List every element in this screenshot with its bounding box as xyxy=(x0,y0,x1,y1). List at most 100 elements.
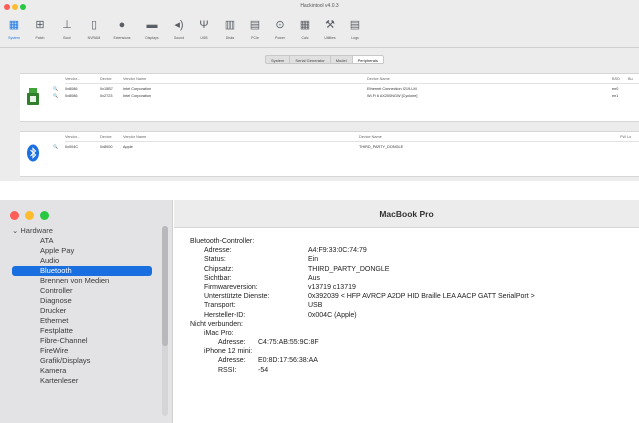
calc-icon: ▦ xyxy=(299,19,311,31)
window-title: Hackintool v4.0.3 xyxy=(300,3,339,9)
sidebar-item-controller[interactable]: Controller xyxy=(12,286,152,296)
sidebar-list: ⌄ Hardware ATA Apple Pay Audio Bluetooth… xyxy=(12,226,152,386)
detail-row: Unterstützte Dienste: 0x392039 < HFP AVRC… xyxy=(204,293,535,301)
sidebar-item-firewire[interactable]: FireWire xyxy=(12,346,152,356)
subtab-bar: System Serial Generator Model Peripheral… xyxy=(265,55,384,65)
sidebar-item-kamera[interactable]: Kamera xyxy=(12,366,152,376)
column-header[interactable]: Device xyxy=(100,76,112,82)
tab-serial-generator[interactable]: Serial Generator xyxy=(290,55,331,64)
power-icon: ⊙ xyxy=(275,19,285,31)
search-icon[interactable]: 🔍 xyxy=(53,144,58,150)
table-row[interactable]: 🔍 0x004C 0x8000 Apple THIRD_PARTY_DONGLE xyxy=(50,144,639,150)
detail-row: Transport: USB xyxy=(204,302,323,310)
sidebar-item-drucker[interactable]: Drucker xyxy=(12,306,152,316)
close-window-button[interactable] xyxy=(10,211,19,220)
column-header[interactable]: Vendor... xyxy=(65,134,80,140)
network-devices-panel: Vendor... Device Vendor Name Device Name… xyxy=(20,73,639,122)
zoom-window-button[interactable] xyxy=(40,211,49,220)
pcie-icon: ▤ xyxy=(249,19,261,31)
sidebar-item-brennen-von-medien[interactable]: Brennen von Medien xyxy=(12,276,152,286)
title-bar: Hackintool v4.0.3 xyxy=(0,0,639,14)
sidebar-section-hardware[interactable]: ⌄ Hardware xyxy=(12,226,152,236)
sidebar-item-bluetooth[interactable]: Bluetooth xyxy=(12,266,152,276)
toolbar-boot-button[interactable]: ⊥ Boot xyxy=(55,16,79,46)
toolbar: ▦ System ⊞ Patch ⊥ Boot ▯ NVRAM ● Extens… xyxy=(0,14,639,48)
detail-row: Chipsatz: THIRD_PARTY_DONGLE xyxy=(204,265,390,273)
bluetooth-devices-panel: Vendor... Device Vendor Name Device Name… xyxy=(20,131,639,177)
detail-row: Status: Ein xyxy=(204,256,319,264)
network-card-icon xyxy=(27,88,39,105)
detail-row: iPhone 12 mini: xyxy=(204,348,253,356)
sidebar-scrollbar[interactable] xyxy=(162,226,168,416)
detail-row: Hersteller-ID: 0x004C (Apple) xyxy=(204,311,357,319)
sidebar-item-ethernet[interactable]: Ethernet xyxy=(12,316,152,326)
toolbar-power-button[interactable]: ⊙ Power xyxy=(268,16,292,46)
disks-icon: ▥ xyxy=(224,19,236,31)
sidebar-item-audio[interactable]: Audio xyxy=(12,256,152,266)
column-header[interactable]: FW Lo xyxy=(620,134,631,140)
toolbar-usb-button[interactable]: Ψ USB xyxy=(192,16,216,46)
content-title-bar: MacBook Pro xyxy=(174,200,639,228)
detail-row: Adresse: A4:F9:33:0C:74:79 xyxy=(204,247,367,255)
detail-row: Nicht verbunden: xyxy=(190,320,243,328)
table-row[interactable]: 🔍 0x8086 0x15B7 Intel Corporation Ethern… xyxy=(50,86,639,92)
displays-icon: ▬ xyxy=(146,19,158,31)
detail-row: Bluetooth-Controller: xyxy=(190,238,255,245)
network-table-header: Vendor... Device Vendor Name Device Name… xyxy=(65,76,639,84)
sidebar-item-festplatte[interactable]: Festplatte xyxy=(12,326,152,336)
tab-peripherals[interactable]: Peripherals xyxy=(352,55,384,64)
column-header[interactable]: Vendor... xyxy=(65,76,80,82)
extensions-icon: ● xyxy=(118,19,126,31)
column-header[interactable]: Device Name xyxy=(359,134,382,140)
toolbar-patch-button[interactable]: ⊞ Patch xyxy=(28,16,52,46)
sidebar-item-apple-pay[interactable]: Apple Pay xyxy=(12,246,152,256)
sound-icon: ◂) xyxy=(174,19,184,31)
toolbar-sound-button[interactable]: ◂) Sound xyxy=(167,16,191,46)
toolbar-extensions-button[interactable]: ● Extensions xyxy=(110,16,134,46)
toolbar-logs-button[interactable]: ▤ Logs xyxy=(343,16,367,46)
detail-row: RSSI: -54 xyxy=(218,366,269,374)
toolbar-pcie-button[interactable]: ▤ PCIe xyxy=(243,16,267,46)
table-row[interactable]: 🔍 0x8086 0x2723 Intel Corporation Wi-Fi … xyxy=(50,93,639,99)
minimize-window-button[interactable] xyxy=(25,211,34,220)
sidebar-item-grafik-displays[interactable]: Grafik/Displays xyxy=(12,356,152,366)
patch-icon: ⊞ xyxy=(35,19,45,31)
bluetooth-table-header: Vendor... Device Vendor Name Device Name… xyxy=(65,134,639,142)
sidebar-item-ata[interactable]: ATA xyxy=(12,236,152,246)
detail-row: Firmwareversion: v13719 c13719 xyxy=(204,283,356,291)
column-header[interactable]: Vendor Name xyxy=(123,76,146,82)
column-header[interactable]: Device Name xyxy=(367,76,390,82)
search-icon[interactable]: 🔍 xyxy=(53,86,58,92)
detail-row: Adresse: C4:75:AB:55:9C:8F xyxy=(218,339,319,347)
tab-system[interactable]: System xyxy=(265,55,291,64)
hackintool-window: Hackintool v4.0.3 ▦ System ⊞ Patch ⊥ Boo… xyxy=(0,0,639,181)
sidebar: ⌄ Hardware ATA Apple Pay Audio Bluetooth… xyxy=(0,200,173,423)
sidebar-item-fibre-channel[interactable]: Fibre-Channel xyxy=(12,336,152,346)
utilities-icon: ⚒ xyxy=(325,19,335,31)
toolbar-disks-button[interactable]: ▥ Disks xyxy=(218,16,242,46)
bluetooth-details: Bluetooth-Controller: Adresse: A4:F9:33:0… xyxy=(190,237,635,375)
column-header[interactable]: Device xyxy=(100,134,112,140)
usb-icon: Ψ xyxy=(199,19,209,31)
detail-row: Adresse: E0:8D:17:56:38:AA xyxy=(218,357,318,365)
search-icon[interactable]: 🔍 xyxy=(53,93,58,99)
logs-icon: ▤ xyxy=(349,19,361,31)
boot-icon: ⊥ xyxy=(62,19,72,31)
sidebar-item-kartenleser[interactable]: Kartenleser xyxy=(12,376,152,386)
column-header[interactable]: Vendor Name xyxy=(123,134,146,140)
toolbar-nvram-button[interactable]: ▯ NVRAM xyxy=(82,16,106,46)
chevron-down-icon[interactable]: ⌄ xyxy=(12,226,18,235)
sidebar-item-diagnose[interactable]: Diagnose xyxy=(12,296,152,306)
scrollbar-thumb[interactable] xyxy=(162,226,168,346)
system-icon: ▦ xyxy=(8,19,20,31)
toolbar-system-button[interactable]: ▦ System xyxy=(2,16,26,46)
detail-row: iMac Pro: xyxy=(204,329,234,337)
toolbar-calc-button[interactable]: ▦ Calc xyxy=(293,16,317,46)
tab-model[interactable]: Model xyxy=(330,55,353,64)
column-header[interactable]: Bu xyxy=(628,76,633,82)
bluetooth-icon xyxy=(27,144,39,162)
column-header[interactable]: BSD xyxy=(612,76,620,82)
window-title: MacBook Pro xyxy=(379,209,434,219)
toolbar-displays-button[interactable]: ▬ Displays xyxy=(140,16,164,46)
toolbar-utilities-button[interactable]: ⚒ Utilities xyxy=(318,16,342,46)
